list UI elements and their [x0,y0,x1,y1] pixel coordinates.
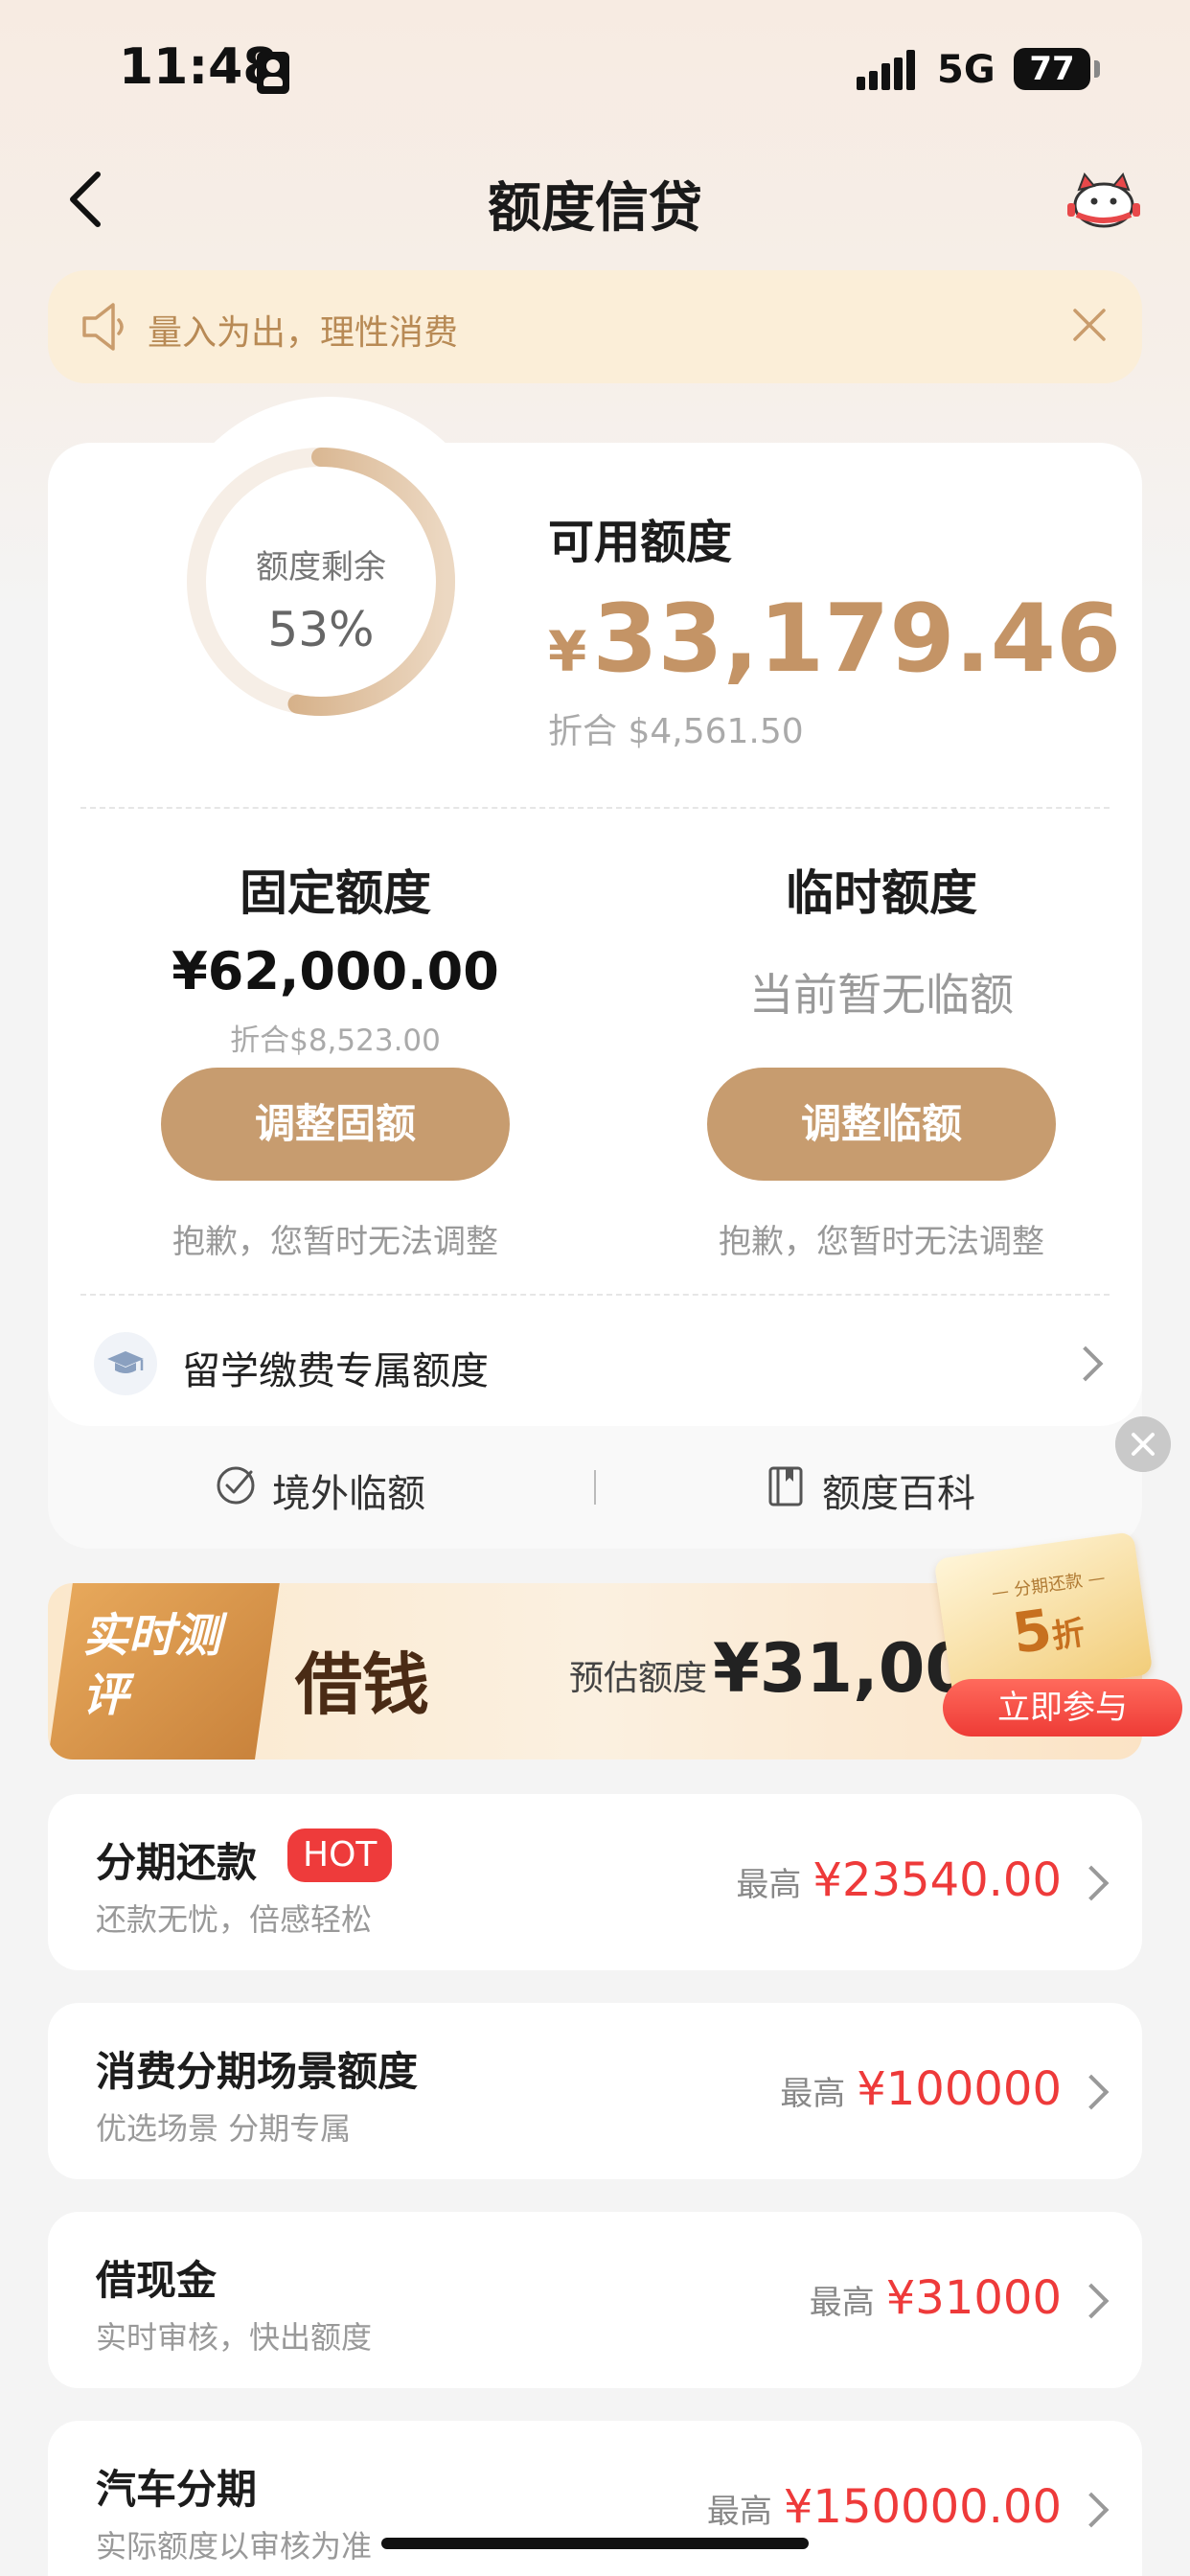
fixed-credit-equiv: 折合$8,523.00 [230,1024,441,1058]
fixed-credit-title: 固定额度 [240,865,431,921]
battery-icon: 77 [1014,48,1090,90]
temporary-credit-title: 临时额度 [786,865,977,921]
available-credit-value: 33,179.46 [592,585,1122,694]
max-value: ¥100000 [857,2062,1062,2116]
product-subtitle: 实际额度以审核为准 [96,2528,373,2564]
max-label: 最高 [706,2493,772,2531]
product-subtitle: 实时审核，快出额度 [96,2319,373,2356]
divider [80,1294,1110,1296]
page-title: 额度信贷 [488,177,702,240]
join-now-button[interactable]: 立即参与 [943,1679,1182,1736]
study-abroad-label: 留学缴费专属额度 [182,1349,489,1393]
product-max: 最高 ¥31000 [810,2271,1062,2325]
battery-tip [1094,60,1100,78]
chevron-right-icon [1073,2492,1110,2528]
compass-check-icon [217,1466,255,1505]
ring-value: 53% [267,602,375,657]
available-credit-amount: ¥33,179.46 [548,586,1121,704]
credit-wiki-label: 额度百科 [822,1472,975,1516]
signal-icon [857,50,916,90]
product-installment-repay[interactable]: 分期还款 HOT 还款无忧，倍感轻松 最高 ¥23540.00 [48,1794,1142,1970]
book-icon [768,1466,803,1506]
overseas-temp-credit-label: 境外临额 [272,1472,425,1516]
network-type: 5G [937,48,995,92]
product-max: 最高 ¥23540.00 [736,1853,1062,1907]
graduation-cap-icon [94,1332,157,1395]
fixed-adjust-note: 抱歉，您暂时无法调整 [172,1223,498,1261]
chevron-right-icon [1073,2074,1110,2110]
max-label: 最高 [736,1866,802,1904]
product-title: 借现金 [96,2257,217,2304]
notice-text: 量入为出，理性消费 [148,313,459,353]
ring-label: 额度剩余 [256,548,386,586]
max-label: 最高 [780,2075,846,2113]
available-credit-equiv: 折合 $4,561.50 [548,712,804,751]
product-title: 汽车分期 [96,2466,258,2513]
product-subtitle: 还款无忧，倍感轻松 [96,1901,373,1938]
product-subtitle: 优选场景 分期专属 [96,2110,352,2147]
notice-bar: 量入为出，理性消费 [48,270,1142,383]
mascot-icon[interactable] [1065,169,1142,232]
credit-card-panel: 额度剩余 53% 可用额度 ¥33,179.46 折合 $4,561.50 固定… [48,443,1142,1426]
coupon-number: 5 [1008,1596,1056,1667]
divider [80,807,1110,809]
adjust-fixed-button[interactable]: 调整固额 [161,1068,510,1181]
max-label: 最高 [809,2284,875,2322]
chevron-right-icon [1067,1346,1104,1382]
contact-card-icon [257,52,289,94]
product-cash-loan[interactable]: 借现金 实时审核，快出额度 最高 ¥31000 [48,2212,1142,2388]
chevron-right-icon [1073,1865,1110,1901]
product-consumer-installment[interactable]: 消费分期场景额度 优选场景 分期专属 最高 ¥100000 [48,2003,1142,2179]
max-value: ¥150000.00 [783,2480,1062,2534]
separator [594,1470,596,1505]
product-max: 最高 ¥150000.00 [707,2480,1062,2534]
coupon-unit: 折 [1049,1613,1087,1657]
credit-card: 额度剩余 53% 可用额度 ¥33,179.46 折合 $4,561.50 固定… [48,443,1142,1549]
temporary-credit-status: 当前暂无临额 [749,969,1014,1021]
close-icon[interactable] [1115,1416,1171,1472]
available-credit-label: 可用额度 [548,516,733,569]
currency-symbol: ¥ [548,619,587,684]
max-value: ¥31000 [885,2271,1062,2325]
close-icon[interactable] [1064,299,1115,351]
fixed-credit-amount: ¥62,000.00 [172,941,499,1001]
product-title: 分期还款 [96,1839,258,1886]
max-value: ¥23540.00 [812,1853,1062,1907]
hot-badge: HOT [287,1828,393,1882]
speaker-icon [82,303,124,351]
product-max: 最高 ¥100000 [780,2062,1062,2116]
home-indicator [381,2538,809,2549]
banner-title: 借钱 [295,1644,429,1724]
banner-estimate-label: 预估额度 [569,1659,708,1698]
temporary-adjust-note: 抱歉，您暂时无法调整 [719,1223,1044,1261]
product-title: 消费分期场景额度 [96,2048,419,2095]
adjust-temporary-button[interactable]: 调整临额 [707,1068,1056,1181]
product-car-installment[interactable]: 汽车分期 实际额度以审核为准 最高 ¥150000.00 [48,2421,1142,2576]
study-abroad-credit-row[interactable]: 留学缴费专属额度 [48,1309,1142,1418]
status-bar: 11:48 5G 77 [0,0,1190,144]
status-time: 11:48 [119,38,278,96]
chevron-right-icon [1073,2283,1110,2319]
banner-tag: 实时测评 [82,1609,221,1722]
